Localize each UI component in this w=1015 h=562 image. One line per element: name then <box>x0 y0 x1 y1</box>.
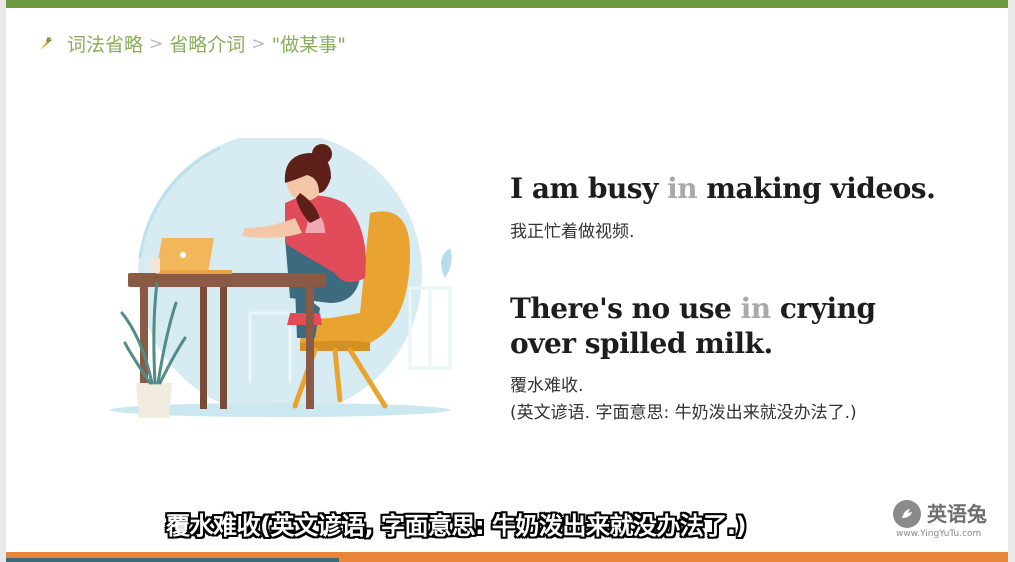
sentence2-after: crying <box>770 292 876 325</box>
brand-url: www.YingYuTu.com <box>896 529 982 539</box>
slide: 词法省略 > 省略介词 > "做某事" I am busy in making … <box>6 0 1008 562</box>
top-accent-bar <box>6 0 1008 8</box>
breadcrumb-item-3[interactable]: "做某事" <box>272 30 346 57</box>
carrot-icon <box>40 36 52 50</box>
brand-name: 英语兔 <box>927 502 987 526</box>
breadcrumb-separator: > <box>149 33 164 54</box>
rabbit-icon <box>893 500 921 528</box>
breadcrumb-item-2[interactable]: 省略介词 <box>169 30 245 57</box>
sentence1-translation: 我正忙着做视频. <box>510 222 635 242</box>
woman-at-laptop-illustration <box>110 138 452 418</box>
breadcrumb-item-1[interactable]: 词法省略 <box>67 30 143 57</box>
sentence2-translation-line1: 覆水难收. <box>510 376 584 396</box>
example-sentence-1: I am busy in making videos. <box>510 172 936 205</box>
sentence2-before: There's no use <box>510 292 741 325</box>
sentence1-after: making videos. <box>697 172 936 205</box>
sentence1-before: I am busy <box>510 172 668 205</box>
sentence1-highlight: in <box>667 172 698 205</box>
sentence2-translation-line2: (英文谚语. 字面意思: 牛奶泼出来就没办法了.) <box>510 403 857 423</box>
example-sentence-2-line1: There's no use in crying <box>510 292 876 325</box>
brand-logo: 英语兔 <box>893 500 987 528</box>
video-subtitle: 覆水难收(英文谚语, 字面意思: 牛奶泼出来就没办法了.) <box>166 512 746 540</box>
bottom-progress-bar <box>6 558 339 562</box>
example-sentence-2-line2: over spilled milk. <box>510 327 773 360</box>
breadcrumb: 词法省略 > 省略介词 > "做某事" <box>37 30 346 57</box>
breadcrumb-separator: > <box>251 33 266 54</box>
sentence2-highlight: in <box>740 292 772 325</box>
